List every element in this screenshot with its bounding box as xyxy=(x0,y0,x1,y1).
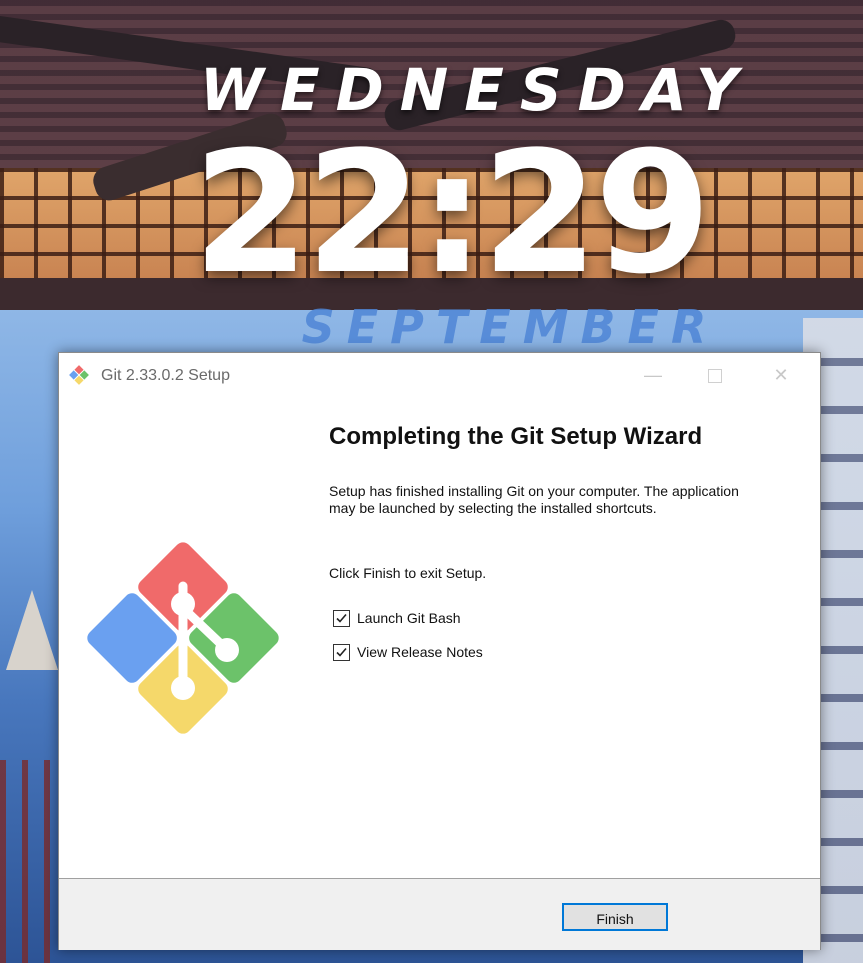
clock-time: 22:29 xyxy=(192,115,712,311)
dialog-footer: Finish xyxy=(59,878,820,950)
finish-button[interactable]: Finish xyxy=(562,903,668,931)
wallpaper-sailboat xyxy=(6,590,58,670)
launch-git-bash-checkbox[interactable]: Launch Git Bash xyxy=(333,608,461,628)
window-title: Git 2.33.0.2 Setup xyxy=(101,367,230,384)
clock-month: SEPTEMBER xyxy=(301,300,719,354)
view-release-notes-checkbox[interactable]: View Release Notes xyxy=(333,642,483,662)
close-button[interactable]: ✕ xyxy=(758,353,804,397)
setup-dialog: Git 2.33.0.2 Setup — ✕ Completing the Gi… xyxy=(58,352,821,950)
check-icon xyxy=(336,647,347,657)
page-title: Completing the Git Setup Wizard xyxy=(329,423,703,450)
checkbox-label[interactable]: Launch Git Bash xyxy=(357,610,461,626)
wallpaper-railing xyxy=(0,760,60,963)
clock-day: WEDNESDAY xyxy=(200,56,755,124)
checkbox-label[interactable]: View Release Notes xyxy=(357,644,483,660)
exit-instruction: Click Finish to exit Setup. xyxy=(329,565,487,581)
finish-description: Setup has finished installing Git on you… xyxy=(329,483,739,516)
maximize-button[interactable] xyxy=(692,353,738,397)
check-icon xyxy=(336,613,347,623)
checkbox-box[interactable] xyxy=(333,643,350,661)
git-logo-icon xyxy=(69,365,89,385)
git-logo-icon xyxy=(83,538,283,738)
maximize-icon xyxy=(708,369,722,384)
title-bar[interactable]: Git 2.33.0.2 Setup — ✕ xyxy=(59,353,820,397)
minimize-button[interactable]: — xyxy=(630,353,676,397)
checkbox-box[interactable] xyxy=(333,609,350,627)
